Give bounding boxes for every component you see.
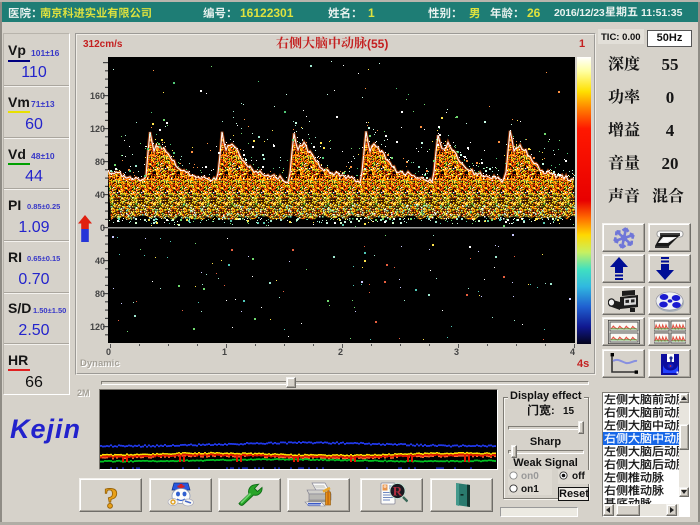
svg-text:?: ? (104, 482, 119, 509)
svg-text:R: R (393, 484, 403, 499)
